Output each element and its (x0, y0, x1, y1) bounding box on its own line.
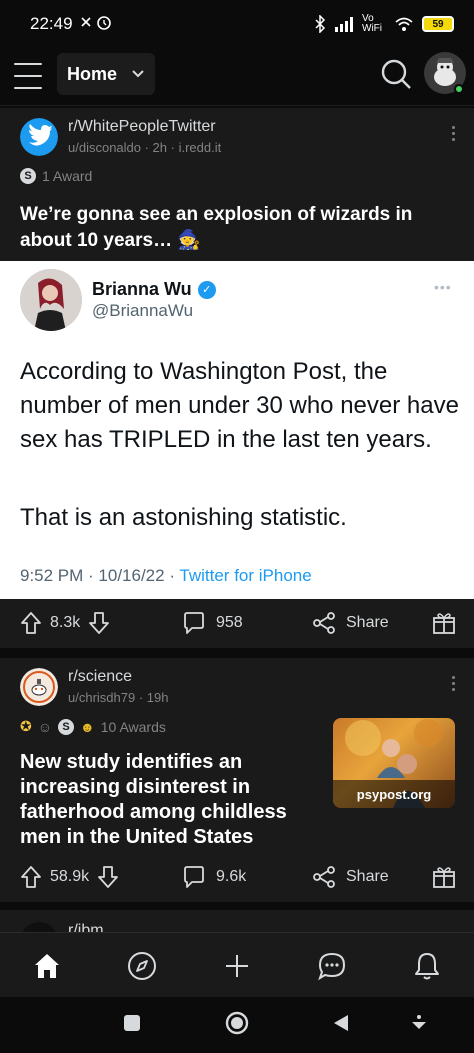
status-time: 22:49 (30, 14, 73, 33)
tweet-author-name-text: Brianna Wu (92, 279, 192, 299)
vote-count: 58.9k (50, 868, 90, 885)
downvote-icon[interactable] (97, 865, 119, 889)
silver-award-icon: S (58, 718, 75, 735)
more-options-icon[interactable] (450, 126, 456, 141)
vote-group: 8.3k (20, 611, 110, 635)
gift-icon (433, 613, 455, 634)
thumbnail-domain: psypost.org (333, 780, 455, 808)
app-header: Home (0, 50, 474, 106)
feed-selector[interactable]: Home (57, 53, 155, 95)
tweet-author-name: Brianna Wu ✓ (92, 279, 216, 300)
share-icon (313, 866, 335, 888)
award-count: 1 Award (42, 168, 93, 184)
gift-award-button[interactable] (432, 865, 456, 889)
subreddit-icon[interactable] (20, 118, 58, 156)
battery-icon: 59 (422, 16, 454, 32)
upvote-icon[interactable] (20, 611, 42, 635)
comment-icon (184, 612, 204, 634)
comment-count: 958 (216, 614, 243, 631)
post-card[interactable]: r/WhitePeopleTwitter u/disconaldo · 2h ·… (0, 108, 474, 648)
bottom-nav (0, 932, 474, 997)
system-nav (0, 997, 474, 1053)
award-gold-icon: ☻ (80, 718, 95, 735)
vote-count: 8.3k (50, 614, 81, 631)
subreddit-name[interactable]: r/science (68, 668, 132, 686)
tweet-text: According to Washington Post, the number… (20, 358, 459, 453)
notifications-icon[interactable] (412, 951, 442, 981)
menu-icon[interactable] (14, 63, 42, 89)
post-card[interactable]: r/science u/chrisdh79 · 19h ✪ ☺ S ☻ 10 A… (0, 658, 474, 902)
comment-icon (184, 866, 204, 888)
status-bar: 22:49 Vo WiFi 59 (0, 0, 474, 50)
post-actions: 58.9k 9.6k Share (0, 852, 474, 902)
gift-award-button[interactable] (432, 611, 456, 635)
home-icon[interactable] (32, 951, 62, 981)
post-title[interactable]: New study identifies an increasing disin… (20, 750, 310, 850)
create-icon[interactable] (222, 951, 252, 981)
feed-label: Home (67, 63, 118, 84)
status-right: Vo WiFi 59 (314, 14, 454, 34)
share-icon (313, 612, 335, 634)
status-icons-left (78, 14, 118, 32)
link-thumbnail[interactable]: psypost.org (333, 718, 455, 808)
search-icon[interactable] (380, 58, 412, 90)
chevron-down-icon (132, 70, 144, 78)
upvote-icon[interactable] (20, 865, 42, 889)
discover-icon[interactable] (127, 951, 157, 981)
share-label: Share (346, 614, 389, 631)
tweet-text-2: That is an astonishing statistic. (20, 504, 347, 531)
more-options-icon[interactable] (450, 676, 456, 691)
downvote-icon[interactable] (88, 611, 110, 635)
signal-icon (335, 17, 353, 32)
chat-icon[interactable] (317, 951, 347, 981)
network-label: Vo WiFi (362, 13, 382, 34)
tweet-image[interactable]: Brianna Wu ✓ @BriannaWu ••• According to… (0, 261, 474, 599)
back-icon[interactable] (332, 1013, 350, 1033)
mute-alarm-icons (81, 16, 111, 30)
tweet-handle: @BriannaWu (92, 301, 194, 320)
recents-icon[interactable] (122, 1013, 142, 1033)
award-badge-icon: ✪ (20, 718, 32, 734)
tweet-source: Twitter for iPhone (179, 566, 312, 585)
post-meta: u/chrisdh79 · 19h (68, 690, 169, 705)
award-count: 10 Awards (100, 718, 166, 735)
award-row[interactable]: S 1 Award (20, 168, 92, 184)
comment-count: 9.6k (216, 868, 247, 885)
tweet-avatar (20, 269, 82, 331)
wifi-icon (395, 17, 413, 31)
subreddit-name[interactable]: r/WhitePeopleTwitter (68, 118, 216, 136)
verified-badge-icon: ✓ (197, 280, 216, 299)
tweet-timestamp: 9:52 PM · 10/16/22 · Twitter for iPhone (20, 566, 312, 586)
post-title[interactable]: We’re gonna see an explosion of wizards … (20, 202, 460, 254)
silver-award-icon: S (20, 168, 36, 184)
share-button[interactable]: Share (312, 611, 389, 635)
vote-group: 58.9k (20, 865, 119, 889)
bluetooth-icon (315, 15, 326, 33)
post-meta: u/disconaldo · 2h · i.redd.it (68, 140, 222, 155)
system-home-icon[interactable] (225, 1011, 249, 1035)
award-wholesome-icon: ☺ (37, 718, 53, 735)
share-button[interactable]: Share (312, 865, 389, 889)
online-status-dot (454, 84, 464, 94)
subreddit-icon[interactable] (20, 668, 58, 706)
battery-level: 59 (432, 18, 444, 30)
post-actions: 8.3k 958 Share (0, 598, 474, 648)
award-row[interactable]: ✪ ☺ S ☻ 10 Awards (20, 718, 166, 735)
hide-keyboard-icon[interactable] (410, 1013, 428, 1033)
share-label: Share (346, 868, 389, 885)
tweet-more-icon: ••• (434, 279, 452, 295)
tweet-time: 9:52 PM · 10/16/22 · (20, 566, 180, 585)
comments-button[interactable]: 958 (182, 611, 243, 635)
comments-button[interactable]: 9.6k (182, 865, 246, 889)
gift-icon (433, 867, 455, 888)
